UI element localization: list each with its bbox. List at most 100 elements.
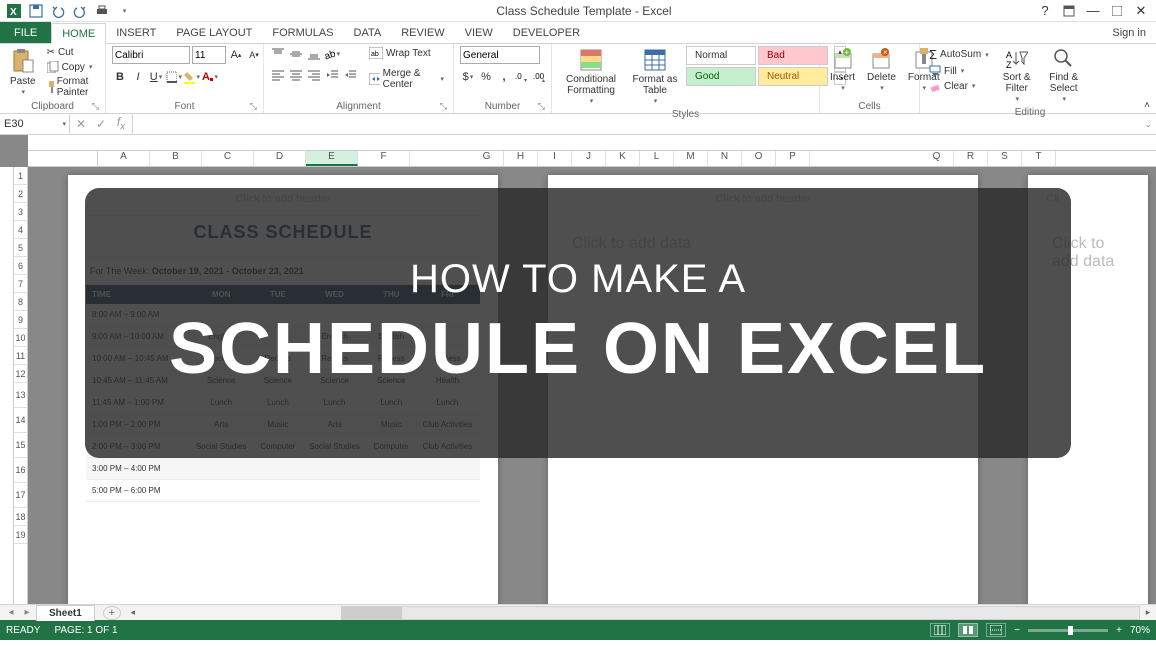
row-header-7[interactable]: 7 bbox=[14, 275, 27, 293]
excel-icon[interactable]: X bbox=[6, 3, 22, 19]
style-bad[interactable]: Bad bbox=[758, 46, 828, 65]
col-header-I[interactable]: I bbox=[538, 151, 572, 166]
col-header-F[interactable]: F bbox=[358, 151, 410, 166]
undo-icon[interactable] bbox=[50, 3, 66, 19]
close-icon[interactable]: ✕ bbox=[1134, 4, 1148, 18]
view-page-break-icon[interactable] bbox=[986, 623, 1006, 637]
row-header-13[interactable]: 13 bbox=[14, 383, 27, 408]
row-header-6[interactable]: 6 bbox=[14, 257, 27, 275]
merge-center-button[interactable]: Merge & Center▾ bbox=[366, 67, 447, 91]
hscroll-track[interactable] bbox=[341, 606, 1140, 620]
number-launcher-icon[interactable]: ⤡ bbox=[538, 101, 545, 112]
save-icon[interactable] bbox=[28, 3, 44, 19]
fill-button[interactable]: Fill▾ bbox=[926, 64, 992, 78]
align-top-icon[interactable] bbox=[270, 46, 286, 62]
row-header-16[interactable]: 16 bbox=[14, 458, 27, 483]
name-box[interactable]: E30▾ bbox=[0, 114, 70, 134]
tab-home[interactable]: HOME bbox=[51, 23, 106, 44]
formula-bar[interactable]: ⌄ bbox=[133, 114, 1156, 134]
col-header-A[interactable]: A bbox=[98, 151, 150, 166]
conditional-formatting-button[interactable]: Conditional Formatting▾ bbox=[558, 46, 624, 108]
indent-decrease-icon[interactable] bbox=[324, 67, 340, 83]
font-size-select[interactable] bbox=[192, 46, 226, 64]
col-header-B[interactable]: B bbox=[150, 151, 202, 166]
delete-cells-button[interactable]: ×Delete▾ bbox=[863, 46, 900, 95]
alignment-launcher-icon[interactable]: ⤡ bbox=[440, 101, 447, 112]
tab-data[interactable]: DATA bbox=[344, 22, 392, 43]
namebox-dropdown-icon[interactable]: ▾ bbox=[62, 120, 66, 128]
maximize-icon[interactable] bbox=[1110, 4, 1124, 18]
format-as-table-button[interactable]: Format as Table▾ bbox=[628, 46, 682, 108]
font-color-icon[interactable]: A▾ bbox=[202, 69, 218, 85]
currency-icon[interactable]: $▾ bbox=[460, 69, 476, 85]
paste-button[interactable]: Paste▾ bbox=[6, 46, 40, 99]
signin-link[interactable]: Sign in bbox=[1102, 22, 1156, 43]
row-header-10[interactable]: 10 bbox=[14, 329, 27, 347]
zoom-out-icon[interactable]: − bbox=[1014, 625, 1020, 636]
sheet-tab-1[interactable]: Sheet1 bbox=[36, 605, 95, 621]
col-header-Q[interactable]: Q bbox=[920, 151, 954, 166]
table-row[interactable]: 3:00 PM – 4:00 PM bbox=[86, 458, 480, 480]
minimize-icon[interactable]: — bbox=[1086, 4, 1100, 18]
italic-icon[interactable]: I bbox=[130, 69, 146, 85]
row-header-9[interactable]: 9 bbox=[14, 311, 27, 329]
col-header-G[interactable]: G bbox=[470, 151, 504, 166]
hscroll-left-icon[interactable]: ◂ bbox=[125, 607, 141, 618]
tab-nav-prev-icon[interactable]: ◂ bbox=[4, 607, 18, 618]
clear-button[interactable]: Clear▾ bbox=[926, 79, 992, 93]
tab-nav-next-icon[interactable]: ▸ bbox=[20, 607, 34, 618]
style-good[interactable]: Good bbox=[686, 67, 756, 86]
align-center-icon[interactable] bbox=[288, 67, 304, 83]
row-header-1[interactable]: 1 bbox=[14, 167, 27, 185]
tab-review[interactable]: REVIEW bbox=[391, 22, 454, 43]
indent-increase-icon[interactable] bbox=[342, 67, 358, 83]
col-header-C[interactable]: C bbox=[202, 151, 254, 166]
row-header-8[interactable]: 8 bbox=[14, 293, 27, 311]
view-page-layout-icon[interactable] bbox=[958, 623, 978, 637]
align-right-icon[interactable] bbox=[306, 67, 322, 83]
zoom-level[interactable]: 70% bbox=[1130, 625, 1150, 636]
table-row[interactable]: 5:00 PM – 6:00 PM bbox=[86, 480, 480, 502]
col-header-J[interactable]: J bbox=[572, 151, 606, 166]
col-header-M[interactable]: M bbox=[674, 151, 708, 166]
tab-file[interactable]: FILE bbox=[0, 22, 51, 43]
col-header-D[interactable]: D bbox=[254, 151, 306, 166]
col-header-T[interactable]: T bbox=[1022, 151, 1056, 166]
shrink-font-icon[interactable]: A▾ bbox=[246, 47, 262, 63]
copy-button[interactable]: Copy▾ bbox=[44, 60, 99, 74]
font-launcher-icon[interactable]: ⤡ bbox=[250, 101, 257, 112]
align-middle-icon[interactable] bbox=[288, 46, 304, 62]
collapse-ribbon-icon[interactable]: ˄ bbox=[1144, 100, 1150, 111]
style-neutral[interactable]: Neutral bbox=[758, 67, 828, 86]
ribbon-display-icon[interactable] bbox=[1062, 4, 1076, 18]
align-bottom-icon[interactable] bbox=[306, 46, 322, 62]
tab-insert[interactable]: INSERT bbox=[106, 22, 166, 43]
border-icon[interactable]: ▾ bbox=[166, 69, 182, 85]
wrap-text-button[interactable]: abWrap Text bbox=[366, 46, 447, 60]
col-header-O[interactable]: O bbox=[742, 151, 776, 166]
row-header-14[interactable]: 14 bbox=[14, 408, 27, 433]
style-normal[interactable]: Normal bbox=[686, 46, 756, 65]
clipboard-launcher-icon[interactable]: ⤡ bbox=[92, 101, 99, 112]
increase-decimal-icon[interactable]: .0 bbox=[514, 69, 530, 85]
enter-formula-icon[interactable]: ✓ bbox=[94, 117, 108, 131]
cancel-formula-icon[interactable]: ✕ bbox=[74, 117, 88, 131]
sort-filter-button[interactable]: AZSort & Filter▾ bbox=[996, 46, 1038, 106]
row-header-12[interactable]: 12 bbox=[14, 365, 27, 383]
find-select-button[interactable]: Find & Select▾ bbox=[1042, 46, 1086, 106]
tab-formulas[interactable]: FORMULAS bbox=[262, 22, 343, 43]
row-header-18[interactable]: 18 bbox=[14, 508, 27, 526]
quickprint-icon[interactable] bbox=[94, 3, 110, 19]
font-name-select[interactable] bbox=[112, 46, 190, 64]
col-header-P[interactable]: P bbox=[776, 151, 810, 166]
number-format-select[interactable] bbox=[460, 46, 540, 64]
zoom-in-icon[interactable]: + bbox=[1116, 625, 1122, 636]
col-header-R[interactable]: R bbox=[954, 151, 988, 166]
row-header-15[interactable]: 15 bbox=[14, 433, 27, 458]
format-painter-button[interactable]: Format Painter bbox=[44, 75, 99, 99]
row-header-3[interactable]: 3 bbox=[14, 203, 27, 221]
qat-customize-icon[interactable]: ▾ bbox=[116, 3, 132, 19]
col-header-E[interactable]: E bbox=[306, 151, 358, 166]
tab-developer[interactable]: DEVELOPER bbox=[503, 22, 590, 43]
add-sheet-button[interactable]: + bbox=[103, 606, 121, 620]
